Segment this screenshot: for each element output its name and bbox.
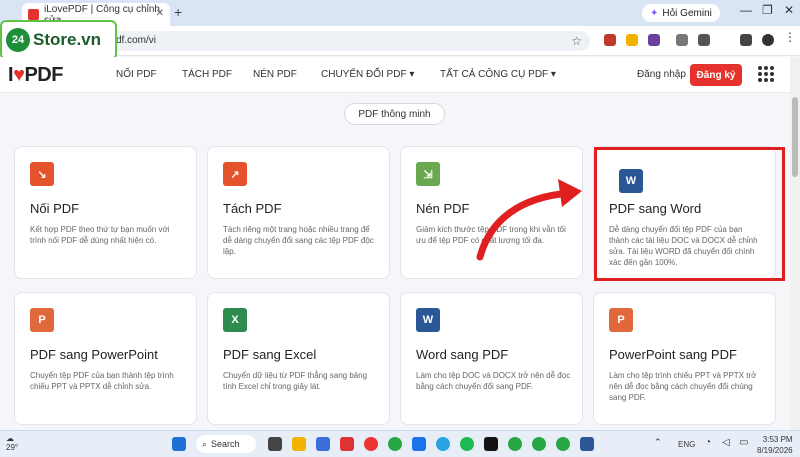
tool-card-split[interactable]: ↗ Tách PDF Tách riêng một trang hoặc nhi… xyxy=(207,146,390,279)
tab-close-icon[interactable]: ✕ xyxy=(156,8,164,19)
powerpoint-icon: P xyxy=(30,308,54,332)
split-icon: ↗ xyxy=(223,162,247,186)
wifi-icon[interactable]: ◔ xyxy=(705,437,719,451)
tool-card-pdf-to-excel[interactable]: X PDF sang Excel Chuyển dữ liệu từ PDF t… xyxy=(207,292,390,425)
tray-chevron-icon[interactable]: ⌃ xyxy=(654,437,668,451)
card-desc: Làm cho tệp trình chiếu PPT và PPTX trở … xyxy=(609,371,757,402)
app-icon[interactable] xyxy=(484,437,498,451)
tool-card-pdf-to-powerpoint[interactable]: P PDF sang PowerPoint Chuyển tệp PDF của… xyxy=(14,292,197,425)
chrome-icon[interactable] xyxy=(388,437,402,451)
card-title: Nối PDF xyxy=(30,201,80,216)
extension-icon[interactable] xyxy=(676,34,688,46)
logo-number: 24 xyxy=(6,28,30,52)
store-logo-overlay: 24 Store.vn xyxy=(0,20,117,60)
card-title: Tách PDF xyxy=(223,201,282,216)
filter-pill[interactable]: PDF thông minh xyxy=(344,103,445,125)
login-link[interactable]: Đăng nhập xyxy=(637,69,686,80)
url-text: df.com/vi xyxy=(116,35,157,46)
app-icon[interactable] xyxy=(316,437,330,451)
profile-avatar[interactable] xyxy=(762,34,774,46)
app-icon[interactable] xyxy=(364,437,378,451)
menu-icon[interactable]: ⋮ xyxy=(784,30,796,44)
windows-start-icon[interactable] xyxy=(172,437,186,451)
nav-convert-pdf[interactable]: CHUYỂN ĐỔI PDF ▾ xyxy=(321,69,414,80)
card-title: Word sang PDF xyxy=(416,347,509,362)
gemini-icon: ✦ xyxy=(650,7,659,19)
maximize-icon[interactable]: ❐ xyxy=(762,3,773,17)
extension-icon[interactable] xyxy=(626,34,638,46)
clock[interactable]: 3:53 PM 8/19/2026 xyxy=(757,434,793,456)
new-tab-icon[interactable]: + xyxy=(174,4,182,20)
signup-button[interactable]: Đăng ký xyxy=(690,64,742,86)
site-header: I♥PDF NỐI PDF TÁCH PDF NÉN PDF CHUYỂN ĐỔ… xyxy=(0,57,790,93)
heart-icon: ♥ xyxy=(13,64,25,86)
language-indicator[interactable]: ENG xyxy=(678,440,695,449)
window-close-icon[interactable]: ✕ xyxy=(784,3,794,17)
ilovepdf-favicon-icon xyxy=(28,9,39,20)
spotify-icon[interactable] xyxy=(460,437,474,451)
word-to-pdf-icon: W xyxy=(416,308,440,332)
taskbar: ☁ 29° ⌕ Search ⌃ ENG ◔ ◁ ▭ 3:53 PM 8/19/2… xyxy=(0,430,800,457)
clock-time: 3:53 PM xyxy=(762,435,793,444)
annotation-arrow-icon xyxy=(476,179,582,261)
weather-widget[interactable]: ☁ 29° xyxy=(6,434,18,452)
scrollbar-thumb[interactable] xyxy=(792,97,798,177)
card-desc: Làm cho tệp DOC và DOCX trở nên dễ đọc b… xyxy=(416,371,571,391)
tool-card-merge[interactable]: ↘ Nối PDF Kết hợp PDF theo thứ tự bạn mu… xyxy=(14,146,197,279)
nav-compress-pdf[interactable]: NÉN PDF xyxy=(253,69,297,80)
task-view-icon[interactable] xyxy=(268,437,282,451)
nav-split-pdf[interactable]: TÁCH PDF xyxy=(182,69,232,80)
bookmark-star-icon[interactable]: ☆ xyxy=(571,31,582,51)
clock-date: 8/19/2026 xyxy=(757,446,793,455)
card-title: PDF sang PowerPoint xyxy=(30,347,158,362)
ppt-to-pdf-icon: P xyxy=(609,308,633,332)
volume-icon[interactable]: ◁ xyxy=(722,437,736,451)
word-app-icon[interactable] xyxy=(580,437,594,451)
app-icon[interactable] xyxy=(340,437,354,451)
puzzle-icon[interactable] xyxy=(698,34,710,46)
page-scrollbar[interactable] xyxy=(790,57,800,430)
url-field[interactable]: df.com/vi ☆ xyxy=(100,31,590,51)
compress-icon: ⇲ xyxy=(416,162,440,186)
telegram-icon[interactable] xyxy=(436,437,450,451)
gemini-label: Hỏi Gemini xyxy=(662,7,712,19)
tool-card-word-to-pdf[interactable]: W Word sang PDF Làm cho tệp DOC và DOCX … xyxy=(400,292,583,425)
minimize-icon[interactable]: — xyxy=(740,3,752,17)
file-explorer-icon[interactable] xyxy=(292,437,306,451)
logo-text: Store.vn xyxy=(33,30,102,49)
download-icon[interactable] xyxy=(740,34,752,46)
tool-card-powerpoint-to-pdf[interactable]: P PowerPoint sang PDF Làm cho tệp trình … xyxy=(593,292,776,425)
card-desc: Chuyển tệp PDF của bạn thành tệp trình c… xyxy=(30,371,174,391)
taskbar-search[interactable]: ⌕ Search xyxy=(196,435,256,453)
card-desc: Tách riêng một trang hoặc nhiều trang để… xyxy=(223,225,374,256)
highlight-box xyxy=(594,147,785,281)
card-desc: Chuyển dữ liệu từ PDF thẳng sang bảng tí… xyxy=(223,371,368,391)
ilovepdf-logo[interactable]: I♥PDF xyxy=(8,64,63,87)
apps-grid-icon[interactable] xyxy=(758,66,774,82)
extension-icon[interactable] xyxy=(604,34,616,46)
card-title: Nén PDF xyxy=(416,201,470,216)
gemini-button[interactable]: ✦ Hỏi Gemini xyxy=(642,4,720,22)
merge-icon: ↘ xyxy=(30,162,54,186)
browser-tabbar: iLovePDF | Công cụ chỉnh sửa ✕ + ✦ Hỏi G… xyxy=(0,0,800,26)
battery-icon[interactable]: ▭ xyxy=(739,437,753,451)
extension-icon[interactable] xyxy=(648,34,660,46)
card-title: PDF sang Excel xyxy=(223,347,317,362)
nav-merge-pdf[interactable]: NỐI PDF xyxy=(116,69,157,80)
nav-all-tools[interactable]: TẤT CẢ CÔNG CỤ PDF ▾ xyxy=(440,69,556,80)
search-label: Search xyxy=(211,439,240,449)
chrome-icon[interactable] xyxy=(556,437,570,451)
app-icon[interactable] xyxy=(412,437,426,451)
card-title: PowerPoint sang PDF xyxy=(609,347,737,362)
chrome-icon[interactable] xyxy=(508,437,522,451)
chrome-icon[interactable] xyxy=(532,437,546,451)
excel-icon: X xyxy=(223,308,247,332)
search-icon: ⌕ xyxy=(202,438,208,449)
card-desc: Kết hợp PDF theo thứ tự bạn muốn với trì… xyxy=(30,225,170,245)
